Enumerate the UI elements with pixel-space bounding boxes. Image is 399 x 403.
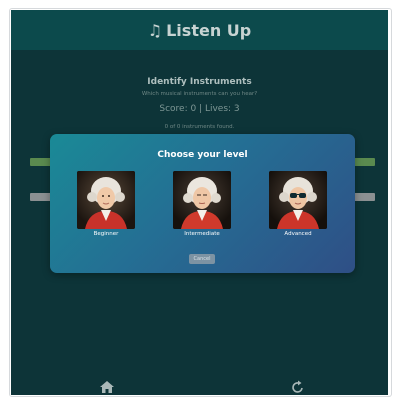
cancel-button[interactable]: Cancel (189, 254, 215, 264)
level-label-beginner: Beginner (93, 231, 119, 237)
level-option-advanced[interactable]: Advanced (269, 171, 327, 241)
level-label-intermediate: Intermediate (184, 231, 220, 237)
game-subtitle: Which musical instruments can you hear? (141, 91, 258, 97)
found-count: 0 of 0 instruments found. (164, 124, 235, 130)
app-title: Listen Up (166, 20, 252, 40)
score-text: Score: 0 | Lives: 3 (159, 104, 240, 114)
answer-bar-left-gray (30, 193, 52, 201)
app-header: ♫ Listen Up (11, 10, 388, 50)
mozart-portrait-icon (173, 171, 231, 229)
home-icon[interactable] (99, 379, 115, 393)
answer-bar-left-green (30, 158, 52, 166)
restart-icon[interactable] (290, 379, 306, 393)
answer-bar-right-gray (353, 193, 375, 201)
app-screen: ♫ Listen Up Identify Instruments Which m… (11, 10, 388, 395)
level-dialog: Choose your level Beginner Intermediate … (50, 134, 355, 273)
mozart-portrait-icon (77, 171, 135, 229)
game-title: Identify Instruments (147, 77, 252, 87)
mozart-sunglasses-portrait-icon (269, 171, 327, 229)
level-label-advanced: Advanced (284, 231, 312, 237)
dialog-title: Choose your level (157, 150, 248, 160)
music-note-icon: ♫ (147, 20, 163, 40)
level-option-beginner[interactable]: Beginner (77, 171, 135, 241)
level-option-intermediate[interactable]: Intermediate (173, 171, 231, 241)
answer-bar-right-green (353, 158, 375, 166)
